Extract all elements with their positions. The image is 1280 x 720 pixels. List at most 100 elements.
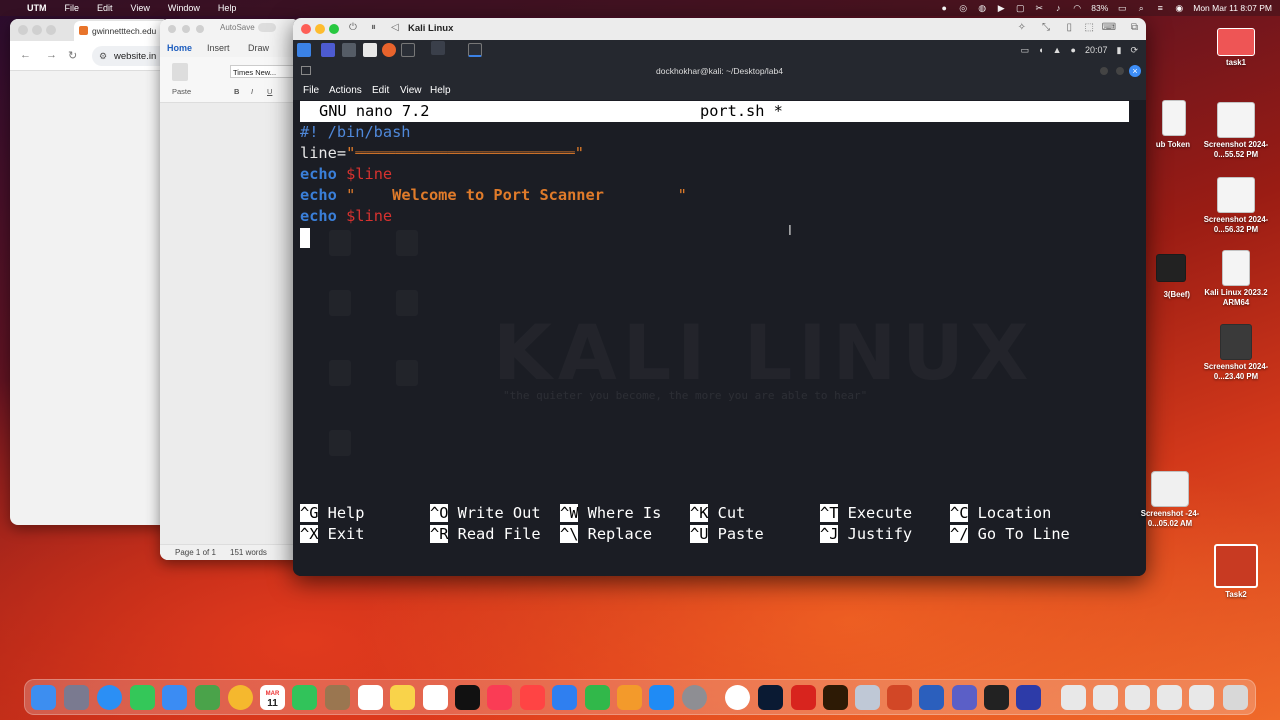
siri-icon[interactable]: ◉ [1174, 3, 1184, 13]
close-button[interactable] [301, 24, 311, 34]
lock-icon[interactable]: ▮ [1117, 45, 1122, 56]
shortcut-help[interactable]: ^G Help [300, 504, 364, 522]
wifi-icon[interactable]: ◠ [1072, 3, 1082, 13]
browser-tab[interactable]: gwinnetttech.edu [74, 21, 170, 41]
safari-icon[interactable] [97, 685, 122, 710]
word-icon[interactable] [919, 685, 944, 710]
shortcut-write-out[interactable]: ^O Write Out [430, 504, 541, 522]
news-icon[interactable] [520, 685, 545, 710]
freeform-icon[interactable] [423, 685, 448, 710]
finder-icon[interactable] [31, 685, 56, 710]
chrome-window[interactable]: gwinnetttech.edu ← → ↻ ⚙ website.in [10, 19, 170, 525]
menubar-clock[interactable]: Mon Mar 11 8:07 PM [1193, 3, 1272, 13]
chrome-icon[interactable] [725, 685, 750, 710]
files-icon[interactable] [342, 43, 356, 57]
terminal-launcher-icon[interactable] [401, 43, 415, 57]
document-canvas[interactable] [160, 103, 300, 544]
share-icon[interactable]: ⬚ [1085, 22, 1094, 33]
windows-icon[interactable]: ⧉ [1131, 22, 1138, 33]
shortcut-replace[interactable]: ^\ Replace [560, 525, 652, 543]
battery-icon[interactable]: ▭ [1117, 3, 1127, 13]
resize-icon[interactable]: ⤡ [1042, 22, 1050, 33]
minimize-button[interactable] [32, 25, 42, 35]
keyboard-icon[interactable]: ⌨ [1102, 22, 1116, 33]
keynote-icon[interactable] [552, 685, 577, 710]
launchpad-icon[interactable] [64, 685, 89, 710]
shortcut-cut[interactable]: ^K Cut [690, 504, 745, 522]
messages-icon[interactable] [130, 685, 155, 710]
italic-button[interactable]: I [251, 87, 253, 96]
scissors-icon[interactable]: ✂ [1034, 3, 1044, 13]
autosave-toggle[interactable] [258, 23, 276, 32]
record-icon[interactable]: ● [939, 3, 949, 13]
menu-help[interactable]: Help [209, 3, 246, 13]
desktop-file-screenshot-4[interactable]: Screenshot -24-0...05.02 AM [1133, 471, 1207, 529]
text-editor-icon[interactable] [363, 43, 377, 57]
shortcut-go-to-line[interactable]: ^/ Go To Line [950, 525, 1070, 543]
menu-file[interactable]: File [56, 3, 89, 13]
trash-icon[interactable] [1223, 685, 1248, 710]
shortcut-execute[interactable]: ^T Execute [820, 504, 912, 522]
volume-icon[interactable]: ◖ [1038, 45, 1043, 55]
firefox-icon[interactable] [382, 43, 396, 57]
menu-view[interactable]: View [122, 3, 159, 13]
search-icon[interactable]: ⌕ [1136, 3, 1146, 13]
recent-document-icon[interactable] [1093, 685, 1118, 710]
apple-tv-icon[interactable] [455, 685, 480, 710]
maps-icon[interactable] [195, 685, 220, 710]
terminal-icon[interactable] [984, 685, 1009, 710]
facetime-icon[interactable] [292, 685, 317, 710]
shortcut-where-is[interactable]: ^W Where Is [560, 504, 661, 522]
close-button[interactable] [168, 25, 176, 33]
notification-icon[interactable]: ▲ [1053, 45, 1062, 55]
numbers-icon[interactable] [585, 685, 610, 710]
shortcut-exit[interactable]: ^X Exit [300, 525, 364, 543]
term-menu-file[interactable]: File [303, 85, 319, 96]
close-icon[interactable]: × [1129, 65, 1141, 77]
recent-document-icon[interactable] [1125, 685, 1150, 710]
minimize-icon[interactable] [1100, 67, 1108, 75]
photoshop-icon[interactable] [758, 685, 783, 710]
underline-button[interactable]: U [267, 87, 272, 96]
desktop-file-screenshot-1[interactable]: Screenshot 2024-0...55.52 PM [1199, 102, 1273, 160]
tab-draw[interactable]: Draw [248, 43, 269, 53]
usb-icon[interactable]: ✧ [1018, 22, 1026, 33]
logout-icon[interactable]: ⟳ [1130, 45, 1138, 56]
terminal-area[interactable]: KALI LINUX "the quieter you become, the … [293, 100, 1146, 576]
minimize-button[interactable] [182, 25, 190, 33]
desktop-file-task2[interactable]: Task2 [1199, 544, 1273, 600]
screenshot-icon[interactable]: ▢ [1015, 3, 1025, 13]
desktop-file-token[interactable]: ub Token [1140, 100, 1190, 150]
photos-icon[interactable] [228, 685, 253, 710]
desktop-file-kali-vm[interactable]: Kali Linux 2023.2 ARM64 [1199, 250, 1273, 308]
bold-button[interactable]: B [234, 87, 239, 96]
workspace-switcher-icon[interactable] [431, 41, 445, 55]
utm-icon[interactable] [1016, 685, 1041, 710]
kali-menu-icon[interactable] [297, 43, 311, 57]
calendar-icon[interactable]: MAR 11 [260, 685, 285, 710]
zoom-button[interactable] [46, 25, 56, 35]
kali-clock[interactable]: 20:07 [1085, 45, 1108, 55]
menu-edit[interactable]: Edit [88, 3, 122, 13]
term-menu-help[interactable]: Help [430, 85, 451, 96]
site-info-icon[interactable]: ⚙ [99, 51, 107, 62]
network-icon[interactable]: ◎ [958, 3, 968, 13]
notes-icon[interactable] [390, 685, 415, 710]
desktop-file-task1[interactable]: task1 [1199, 28, 1273, 68]
shortcut-read-file[interactable]: ^R Read File [430, 525, 541, 543]
term-menu-view[interactable]: View [400, 85, 422, 96]
music-icon[interactable] [487, 685, 512, 710]
back-icon[interactable]: ◁ [391, 22, 399, 33]
power-icon[interactable]: ⏻ [349, 22, 357, 33]
recent-document-icon[interactable] [1157, 685, 1182, 710]
paste-icon[interactable] [172, 63, 188, 81]
powerpoint-icon[interactable] [887, 685, 912, 710]
tab-insert[interactable]: Insert [207, 43, 230, 53]
address-bar[interactable]: ⚙ website.in [92, 46, 170, 66]
forward-icon[interactable]: → [46, 49, 57, 61]
teams-icon[interactable] [952, 685, 977, 710]
recent-document-icon[interactable] [1061, 685, 1086, 710]
maximize-icon[interactable] [1116, 67, 1124, 75]
preview-icon[interactable] [855, 685, 880, 710]
active-terminal-task-icon[interactable] [468, 43, 482, 57]
